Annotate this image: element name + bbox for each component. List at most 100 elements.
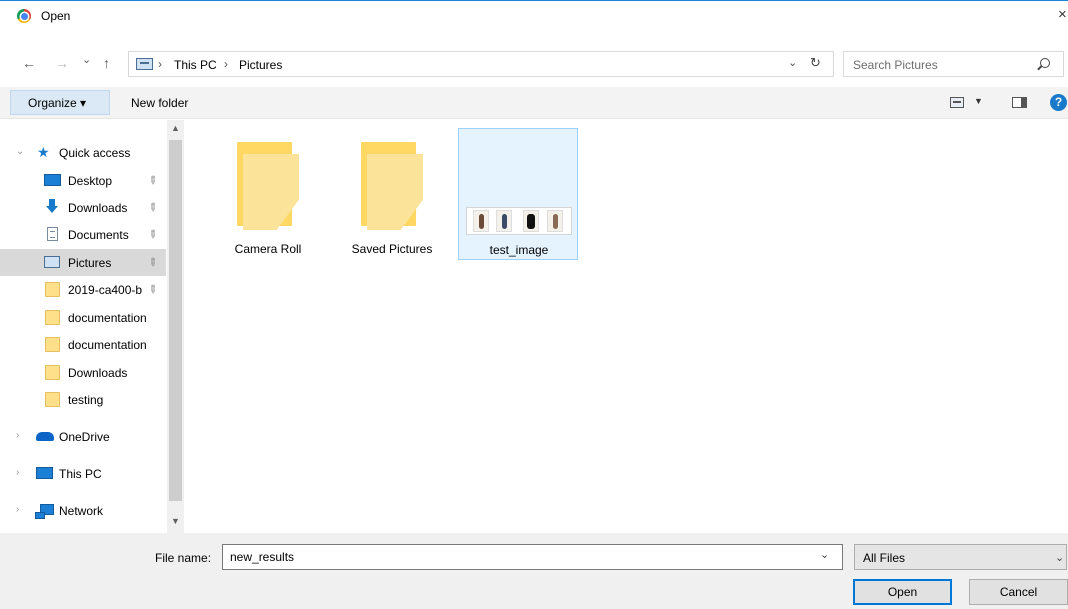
sidebar-item-pictures[interactable]: Pictures ✎ <box>0 249 166 276</box>
file-test-image[interactable]: test_image <box>458 128 578 260</box>
thumbnail-frame <box>473 210 489 232</box>
chevron-right-icon[interactable]: › <box>16 467 19 478</box>
sidebar-item-label: OneDrive <box>59 429 110 444</box>
chevron-right-icon[interactable]: › <box>16 430 19 441</box>
sidebar-item-label: documentation <box>68 310 147 325</box>
thumbnail-frame <box>496 210 512 232</box>
file-list: Camera Roll Saved Pictures test_image <box>186 120 1068 533</box>
folder-icon <box>45 310 60 325</box>
pictures-icon <box>44 256 60 268</box>
organize-button[interactable]: Organize ▾ <box>10 90 110 115</box>
chevron-down-icon[interactable]: ⌄ <box>16 146 24 157</box>
scroll-up-icon[interactable]: ▲ <box>171 123 180 133</box>
folder-saved-pictures[interactable]: Saved Pictures <box>332 128 452 260</box>
file-name-label: test_image <box>489 243 549 257</box>
folder-camera-roll[interactable]: Camera Roll <box>208 128 328 260</box>
address-bar[interactable]: › This PC › Pictures ⌄ ↻ <box>128 51 834 77</box>
change-view-icon[interactable] <box>950 97 964 108</box>
sidebar-item-onedrive[interactable]: › OneDrive <box>0 423 166 450</box>
download-arrow-icon <box>46 199 58 214</box>
breadcrumb-pictures[interactable]: Pictures <box>239 58 282 72</box>
file-type-select[interactable]: All Files ⌄ <box>854 544 1067 570</box>
sidebar-item-label: Pictures <box>68 255 112 270</box>
preview-pane-icon[interactable] <box>1012 97 1027 108</box>
sidebar-item-label: testing <box>68 392 104 407</box>
pin-icon[interactable]: ✎ <box>145 173 161 188</box>
refresh-icon[interactable]: ↻ <box>810 55 821 71</box>
search-icon <box>1040 58 1050 68</box>
network-icon <box>35 504 54 519</box>
sidebar-item-label: Network <box>59 503 104 518</box>
file-name-label: Camera Roll <box>234 242 302 256</box>
sidebar-item-downloads-folder[interactable]: Downloads <box>0 359 166 386</box>
pin-icon[interactable]: ✎ <box>145 200 161 215</box>
sidebar-item-this-pc[interactable]: › This PC <box>0 460 166 487</box>
chevron-down-icon: ⌄ <box>1055 552 1065 564</box>
command-toolbar: Organize ▾ New folder ▼ ? <box>0 87 1068 119</box>
star-icon: ★ <box>37 144 50 160</box>
forward-arrow-icon[interactable]: → <box>55 56 69 70</box>
pin-icon[interactable]: ✎ <box>145 282 161 297</box>
sidebar-item-label: 2019-ca400-b <box>68 282 143 297</box>
sidebar-item-downloads[interactable]: Downloads ✎ <box>0 194 166 221</box>
sidebar-item-quick-access[interactable]: ⌄ ★ Quick access <box>0 139 166 166</box>
pin-icon[interactable]: ✎ <box>145 255 161 270</box>
thumbnail-frame <box>547 210 563 232</box>
folder-icon <box>45 392 60 407</box>
folder-icon <box>45 365 60 380</box>
organize-label: Organize ▾ <box>28 95 87 110</box>
navigation-scrollbar[interactable]: ▲ ▼ <box>167 120 184 533</box>
breadcrumb-separator: › <box>224 57 228 71</box>
open-button[interactable]: Open <box>853 579 952 605</box>
sidebar-item-2019-ca400-b[interactable]: 2019-ca400-b ✎ <box>0 276 166 303</box>
folder-icon <box>361 142 423 230</box>
file-name-input[interactable] <box>222 544 843 570</box>
scroll-down-icon[interactable]: ▼ <box>171 516 180 526</box>
folder-icon <box>237 142 299 230</box>
sidebar-item-documents[interactable]: Documents ✎ <box>0 221 166 248</box>
sidebar-item-network[interactable]: › Network <box>0 497 166 524</box>
sidebar-item-label: Downloads <box>68 200 128 215</box>
search-input[interactable]: Search Pictures <box>843 51 1064 77</box>
scroll-thumb[interactable] <box>169 140 182 501</box>
help-icon[interactable]: ? <box>1050 94 1067 111</box>
view-options-dropdown-icon[interactable]: ▼ <box>974 96 983 106</box>
pictures-location-icon <box>136 58 153 70</box>
search-placeholder: Search Pictures <box>853 58 938 72</box>
address-dropdown-icon[interactable]: ⌄ <box>788 56 797 69</box>
file-name-dropdown-icon[interactable]: ⌄ <box>820 548 829 561</box>
sidebar-item-desktop[interactable]: Desktop ✎ <box>0 167 166 194</box>
new-folder-button[interactable]: New folder <box>131 96 188 110</box>
open-file-dialog: Open × ← → ⌄ ↑ › This PC › Pictures ⌄ ↻ … <box>0 0 1068 609</box>
file-name-label: Saved Pictures <box>351 242 433 256</box>
document-icon <box>47 227 58 241</box>
cancel-button[interactable]: Cancel <box>969 579 1068 605</box>
file-type-value: All Files <box>863 551 906 565</box>
sidebar-item-label: Quick access <box>59 145 131 160</box>
chevron-right-icon[interactable]: › <box>16 504 19 515</box>
folder-icon <box>45 282 60 297</box>
sidebar-item-label: This PC <box>59 466 102 481</box>
sidebar-item-documentation[interactable]: documentation <box>0 304 166 331</box>
file-name-label: File name: <box>155 551 212 565</box>
close-icon[interactable]: × <box>1058 6 1067 23</box>
cloud-icon <box>36 432 54 441</box>
dialog-footer: File name: ⌄ All Files ⌄ Open Cancel <box>0 533 1068 609</box>
chrome-icon <box>17 9 31 23</box>
pin-icon[interactable]: ✎ <box>145 227 161 242</box>
breadcrumb-this-pc[interactable]: This PC <box>174 58 217 72</box>
recent-locations-chevron-icon[interactable]: ⌄ <box>82 53 91 67</box>
thumbnail-frame <box>523 210 539 232</box>
sidebar-item-testing[interactable]: testing <box>0 386 166 413</box>
breadcrumb-separator: › <box>158 57 162 71</box>
back-arrow-icon[interactable]: ← <box>22 56 36 70</box>
title-bar: Open × <box>0 1 1068 31</box>
desktop-icon <box>44 174 61 186</box>
computer-icon <box>36 467 53 479</box>
sidebar-item-documentation-2[interactable]: documentation <box>0 331 166 358</box>
folder-icon <box>45 337 60 352</box>
up-arrow-icon[interactable]: ↑ <box>103 56 110 70</box>
sidebar-item-label: documentation <box>68 337 147 352</box>
image-thumbnail <box>466 207 572 235</box>
sidebar-item-label: Documents <box>68 227 129 242</box>
